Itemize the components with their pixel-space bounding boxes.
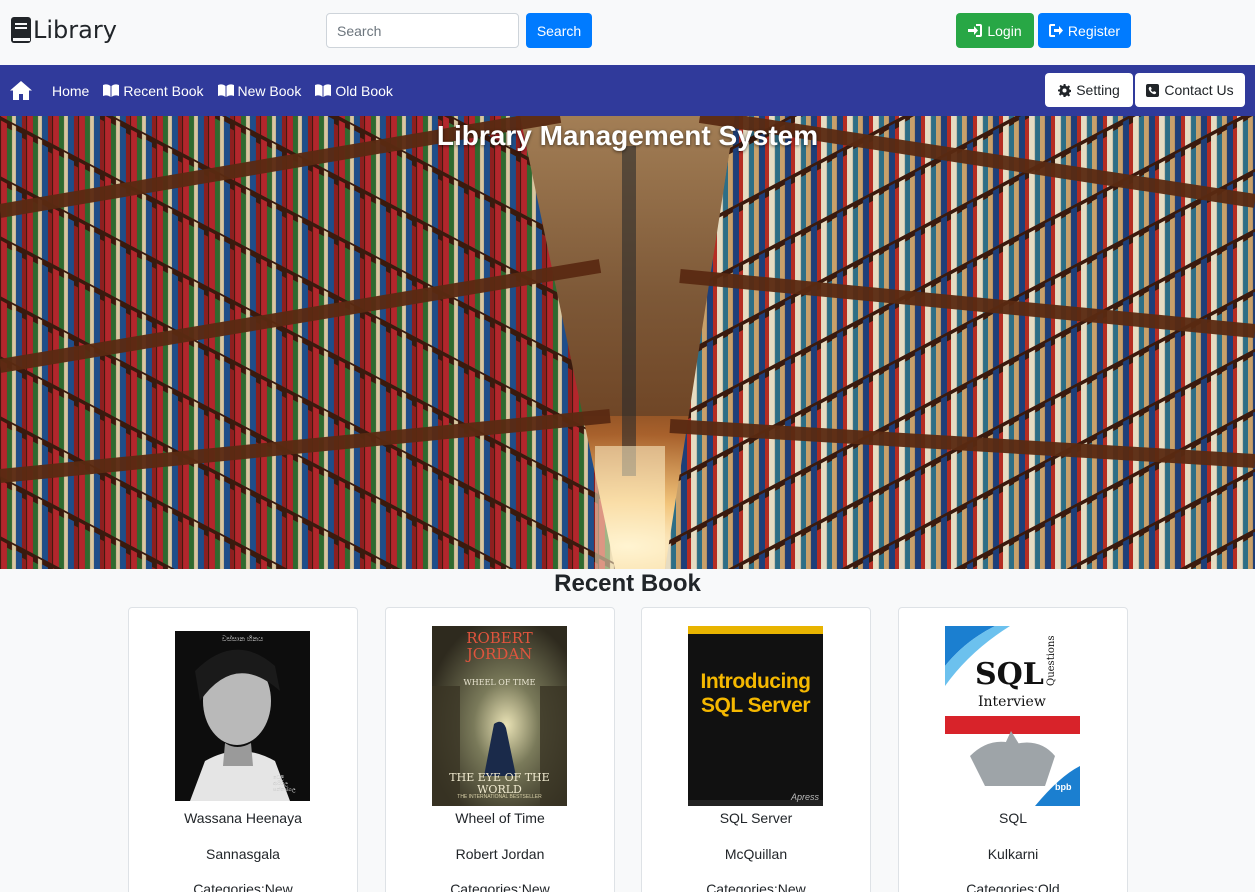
book-author: Kulkarni <box>987 846 1039 862</box>
gear-icon <box>1058 83 1072 97</box>
nav-link-home[interactable]: Home <box>52 83 89 99</box>
book-open-icon <box>103 84 120 97</box>
book-open-icon <box>315 84 332 97</box>
setting-button[interactable]: Setting <box>1045 73 1133 107</box>
book-category: Categories:New <box>193 881 293 892</box>
book-title: SQL Server <box>719 810 793 826</box>
login-button[interactable]: Login <box>956 13 1034 48</box>
nav-link-recent-book[interactable]: Recent Book <box>103 82 204 99</box>
cover-publisher-text: Apress <box>790 792 819 802</box>
home-icon[interactable] <box>10 81 32 100</box>
cover-title-text: වස්සාන හීනය <box>221 636 264 643</box>
cover-title-text: SQL <box>975 657 1044 692</box>
book-author: Sannasgala <box>206 846 280 862</box>
book-icon <box>11 17 31 43</box>
cover-tagline-text: THE INTERNATIONAL BESTSELLER <box>457 794 542 800</box>
setting-button-label: Setting <box>1076 82 1120 98</box>
cover-series-text: WHEEL OF TIME <box>463 678 536 687</box>
brand-logo[interactable]: Library <box>10 14 117 46</box>
book-card[interactable]: SQL Interview Questions bpb SQL Kulkarni… <box>898 607 1128 892</box>
nav-link-label: Recent Book <box>123 82 204 99</box>
cover-author-text: ධෙලී ආරියල සන්නස්ගල <box>273 775 296 793</box>
book-title: SQL <box>998 810 1027 826</box>
brand-name: Library <box>33 16 117 44</box>
book-card[interactable]: වස්සාන හීනය ධෙලී ආරියල සන්නස්ගල Wassana … <box>128 607 358 892</box>
book-author: McQuillan <box>724 846 788 862</box>
phone-square-icon <box>1146 83 1160 97</box>
sign-out-icon <box>1048 24 1063 37</box>
contact-us-button-label: Contact Us <box>1164 82 1234 98</box>
book-cover-image: ROBERT JORDAN WHEEL OF TIME THE EYE OF T… <box>432 626 567 806</box>
cover-author-text: ROBERT JORDAN <box>466 629 533 663</box>
login-button-label: Login <box>987 22 1022 39</box>
book-cover-image: SQL Interview Questions bpb <box>945 626 1080 806</box>
cover-title-text: THE EYE OF THE WORLD <box>449 771 550 796</box>
cover-publisher-text: bpb <box>1055 782 1072 792</box>
book-category: Categories:New <box>706 881 806 892</box>
book-cover-image: Introducing SQL Server Apress <box>688 626 823 806</box>
hero-title: Library Management System <box>436 120 819 151</box>
hero-banner: Library Management System <box>0 116 1255 569</box>
nav-links: Home Recent Book New Book Old Book <box>52 65 393 116</box>
search-input[interactable] <box>326 13 519 48</box>
nav-link-new-book[interactable]: New Book <box>217 82 302 99</box>
top-header: Library Search Login Register <box>0 0 1255 65</box>
sign-in-icon <box>968 24 983 37</box>
book-card[interactable]: Introducing SQL Server Apress SQL Server… <box>641 607 871 892</box>
book-card[interactable]: ROBERT JORDAN WHEEL OF TIME THE EYE OF T… <box>385 607 615 892</box>
search-button-label: Search <box>536 22 582 39</box>
library-shelves-image <box>0 116 1255 569</box>
book-category: Categories:New <box>450 881 550 892</box>
nav-link-label: Home <box>52 82 90 99</box>
book-title: Wassana Heenaya <box>184 810 302 826</box>
search-button[interactable]: Search <box>526 13 592 48</box>
contact-us-button[interactable]: Contact Us <box>1135 73 1245 107</box>
nav-link-label: Old Book <box>335 82 393 99</box>
book-cover-image: වස්සාන හීනය ධෙලී ආරියල සන්නස්ගල <box>175 631 310 801</box>
nav-link-old-book[interactable]: Old Book <box>315 83 393 99</box>
book-author: Robert Jordan <box>455 846 545 862</box>
register-button-label: Register <box>1067 22 1121 39</box>
cover-title-text: Introducing SQL Server <box>700 670 811 717</box>
register-button[interactable]: Register <box>1038 13 1131 48</box>
main-navbar: Home Recent Book New Book Old Book Setti… <box>0 65 1255 116</box>
nav-link-label: New Book <box>237 82 302 99</box>
book-title: Wheel of Time <box>455 810 545 826</box>
book-category: Categories:Old <box>966 881 1060 892</box>
cover-vertical-text: Questions <box>1046 635 1057 687</box>
book-open-icon <box>217 84 234 97</box>
cover-subtitle-text: Interview <box>978 694 1046 710</box>
section-title-recent-book: Recent Book <box>554 570 701 597</box>
